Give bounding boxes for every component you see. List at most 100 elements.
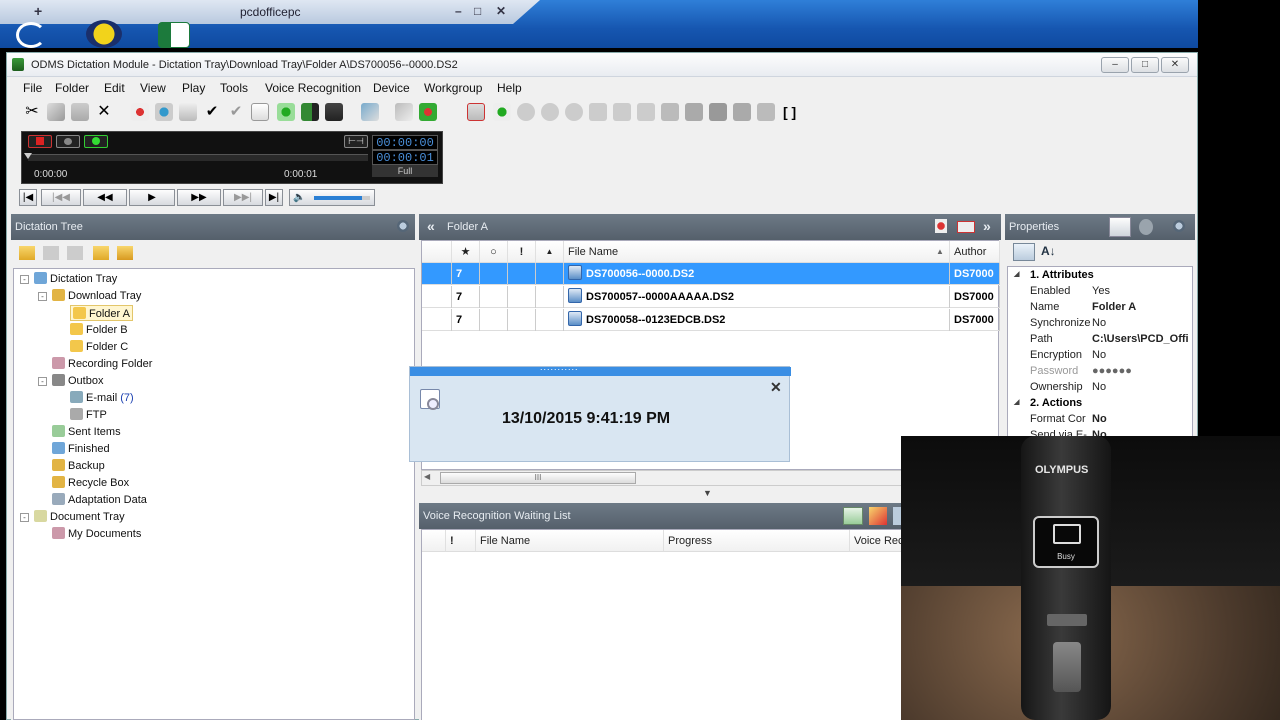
property-row[interactable]: Ownership No [1008, 379, 1192, 395]
refresh-icon[interactable] [277, 103, 295, 121]
pin-panel-icon[interactable] [397, 220, 409, 232]
minimize-button[interactable]: – [1101, 57, 1129, 73]
vr-col-file-name[interactable]: File Name [476, 530, 664, 552]
mode-label[interactable]: Full [372, 165, 438, 177]
tree-expander[interactable]: - [20, 513, 29, 522]
property-row[interactable]: Format Cor No [1008, 411, 1192, 427]
stack4-icon[interactable] [733, 103, 751, 121]
vr-col-progress[interactable]: Progress [664, 530, 850, 552]
close-button[interactable]: ✕ [1161, 57, 1189, 73]
property-row[interactable]: Path C:\Users\PCD_Offi [1008, 331, 1192, 347]
bracket-icon[interactable]: [ ] [783, 103, 801, 121]
voice-led-icon[interactable] [84, 135, 108, 148]
tree-expander[interactable]: - [38, 292, 47, 301]
menu-help[interactable]: Help [497, 81, 522, 95]
forward-end-button[interactable]: ▶▶| [223, 189, 263, 206]
maximize-button[interactable]: □ [1131, 57, 1159, 73]
filter-icon[interactable] [957, 221, 975, 233]
rewind-button[interactable]: ◀◀ [83, 189, 127, 206]
file-row[interactable]: 7 DS700058--0123EDCB.DS2 DS7000 [422, 309, 1000, 331]
tag-disabled-icon[interactable] [395, 103, 413, 121]
menu-play[interactable]: Play [182, 81, 205, 95]
norton-app-icon[interactable] [86, 20, 122, 48]
stack5-icon[interactable] [757, 103, 775, 121]
menu-workgroup[interactable]: Workgroup [424, 81, 482, 95]
finish-check-icon[interactable]: ✔ [203, 103, 221, 121]
categorized-icon[interactable] [1013, 243, 1035, 261]
menu-voice-recognition[interactable]: Voice Recognition [265, 81, 361, 95]
tree-node[interactable]: Finished [52, 441, 110, 457]
menu-device[interactable]: Device [373, 81, 410, 95]
menu-edit[interactable]: Edit [104, 81, 125, 95]
tool-led-icon[interactable]: ⊢⊣ [344, 135, 368, 148]
volume-slider[interactable] [314, 196, 370, 200]
record-icon[interactable] [131, 103, 149, 121]
status-icon[interactable] [419, 103, 437, 121]
remote-close-button[interactable]: ✕ [496, 4, 506, 18]
record-led-icon[interactable] [28, 135, 52, 148]
vr-col-priority[interactable]: ! [446, 530, 476, 552]
volume-control[interactable]: 🔈 [289, 189, 375, 206]
rewind-start-button[interactable]: |◀◀ [41, 189, 81, 206]
property-row[interactable]: Encryption No [1008, 347, 1192, 363]
remote-restore-button[interactable]: □ [474, 4, 481, 18]
position-slider[interactable] [28, 154, 368, 161]
fast-forward-button[interactable]: ▶▶ [177, 189, 221, 206]
tree-node[interactable]: Folder A [70, 305, 133, 321]
collapse-left-icon[interactable]: « [427, 218, 435, 234]
tree-expander[interactable]: - [20, 275, 29, 284]
go-start-button[interactable]: |◀ [19, 189, 37, 206]
pin-properties-icon[interactable] [1173, 220, 1185, 232]
property-row[interactable]: Password ●●●●●● [1008, 363, 1192, 379]
tree-node[interactable]: FTP [70, 407, 107, 423]
property-section[interactable]: ◢ 2. Actions [1008, 395, 1192, 411]
tag-icon[interactable] [361, 103, 379, 121]
dictation-icon[interactable] [155, 103, 173, 121]
new-folder-icon[interactable] [19, 246, 35, 260]
collapse-right-icon[interactable]: » [983, 218, 991, 234]
section-collapse-icon[interactable]: ◢ [1014, 267, 1019, 283]
tree-node[interactable]: Document Tray [34, 509, 125, 525]
alert-icon[interactable] [935, 219, 947, 233]
device-icon[interactable] [325, 103, 343, 121]
col-comment[interactable]: ○ [480, 241, 508, 263]
ftp-icon[interactable] [467, 103, 485, 121]
tree-node[interactable]: Adaptation Data [52, 492, 147, 508]
menu-folder[interactable]: Folder [55, 81, 89, 95]
tree-node[interactable]: Sent Items [52, 424, 121, 440]
section-collapse-icon[interactable]: ◢ [1014, 395, 1019, 411]
vr-edit-icon[interactable] [869, 507, 887, 525]
col-star[interactable]: ★ [452, 241, 480, 263]
folder-disabled2-icon[interactable] [67, 246, 83, 260]
open-folder-icon[interactable] [93, 246, 109, 260]
delete-icon[interactable]: ✕ [95, 103, 113, 121]
popup-close-icon[interactable]: ✕ [770, 379, 782, 396]
menu-view[interactable]: View [140, 81, 166, 95]
properties-view-icon[interactable] [1109, 217, 1131, 237]
db-icon[interactable] [589, 103, 607, 121]
col-file-name[interactable]: File Name [564, 241, 950, 263]
folder-settings-icon[interactable] [117, 246, 133, 260]
scroll-thumb[interactable]: III [440, 472, 636, 484]
property-row[interactable]: Name Folder A [1008, 299, 1192, 315]
tree-node[interactable]: Folder C [70, 339, 128, 355]
tree-node[interactable]: Backup [52, 458, 105, 474]
stack3-icon[interactable] [709, 103, 727, 121]
sort-alpha-icon[interactable]: A↓ [1041, 244, 1056, 258]
send-icon[interactable] [301, 103, 319, 121]
stack-icon[interactable] [661, 103, 679, 121]
stack2-icon[interactable] [685, 103, 703, 121]
copy-file-icon[interactable] [637, 103, 655, 121]
tree-node[interactable]: My Documents [52, 526, 141, 542]
tree-node[interactable]: Folder B [70, 322, 128, 338]
folder-disabled-icon[interactable] [43, 246, 59, 260]
menu-file[interactable]: File [23, 81, 42, 95]
remote-minimize-button[interactable]: – [455, 4, 462, 18]
file-row[interactable]: 7 DS700057--0000AAAAA.DS2 DS7000 [422, 286, 1000, 308]
col-lock[interactable]: ▲ [536, 241, 564, 263]
col-priority[interactable]: ! [508, 241, 536, 263]
refresh-app-icon[interactable] [16, 22, 46, 48]
pin-icon[interactable]: + [34, 3, 42, 19]
tree-node[interactable]: Recycle Box [52, 475, 129, 491]
play-button[interactable]: ▶ [129, 189, 175, 206]
